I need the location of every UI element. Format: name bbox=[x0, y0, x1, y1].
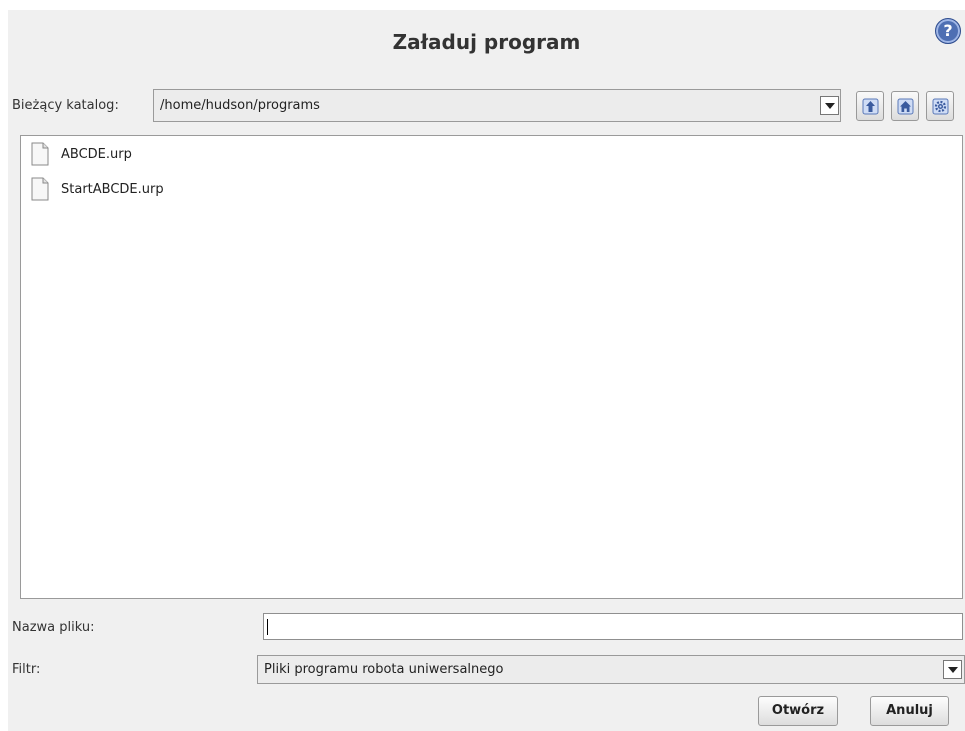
cancel-button[interactable]: Anuluj bbox=[870, 696, 949, 726]
file-name: ABCDE.urp bbox=[61, 147, 132, 162]
home-directory-button[interactable] bbox=[891, 91, 919, 121]
open-button[interactable]: Otwórz bbox=[758, 696, 838, 726]
file-icon bbox=[31, 177, 49, 201]
gear-icon bbox=[932, 98, 949, 115]
dialog-title: Załaduj program bbox=[392, 30, 581, 54]
filter-value: Pliki programu robota uniwersalnego bbox=[264, 662, 504, 677]
file-list[interactable]: ABCDE.urp StartABCDE.urp bbox=[20, 135, 963, 599]
current-directory-select[interactable]: /home/hudson/programs bbox=[153, 89, 841, 122]
home-icon bbox=[897, 98, 914, 115]
chevron-down-icon[interactable] bbox=[820, 96, 839, 115]
arrow-up-icon bbox=[862, 98, 879, 115]
filename-label: Nazwa pliku: bbox=[12, 620, 95, 635]
load-program-dialog: Załaduj program ? Bieżący katalog: /home… bbox=[8, 10, 965, 731]
file-name: StartABCDE.urp bbox=[61, 182, 164, 197]
file-icon bbox=[31, 142, 49, 166]
filter-label: Filtr: bbox=[12, 662, 41, 677]
up-directory-button[interactable] bbox=[856, 91, 884, 121]
chevron-down-icon[interactable] bbox=[943, 660, 962, 679]
help-button[interactable]: ? bbox=[935, 18, 961, 44]
text-caret bbox=[267, 619, 268, 635]
filename-input[interactable] bbox=[263, 613, 963, 640]
current-directory-value: /home/hudson/programs bbox=[160, 98, 320, 113]
current-directory-label: Bieżący katalog: bbox=[12, 98, 119, 113]
filter-select[interactable]: Pliki programu robota uniwersalnego bbox=[257, 655, 965, 684]
settings-button[interactable] bbox=[926, 91, 954, 121]
question-icon: ? bbox=[943, 21, 953, 40]
